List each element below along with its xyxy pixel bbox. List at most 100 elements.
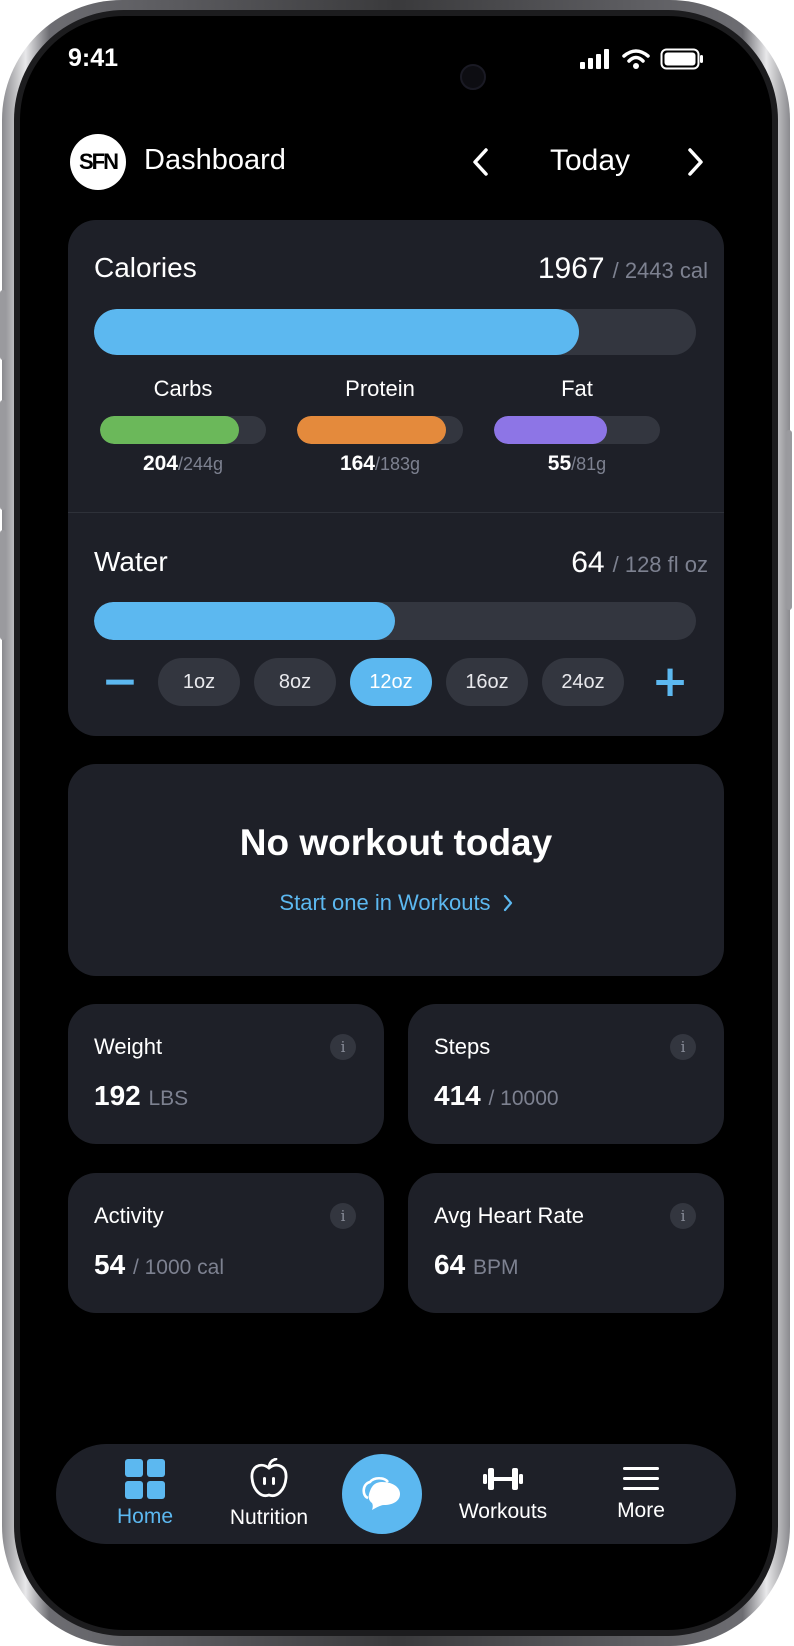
chat-button[interactable]: [342, 1454, 422, 1534]
battery-icon: [660, 48, 703, 70]
stat-number: 414: [434, 1080, 481, 1111]
dumbbell-icon: [483, 1468, 523, 1490]
tab-nutrition-label: Nutrition: [229, 1506, 309, 1529]
info-icon[interactable]: i: [330, 1034, 356, 1060]
tab-nutrition[interactable]: Nutrition: [204, 1444, 334, 1544]
water-amount-chip[interactable]: 8oz: [254, 658, 336, 706]
minus-icon: −: [101, 655, 139, 707]
info-icon[interactable]: i: [330, 1203, 356, 1229]
divider: [68, 512, 724, 513]
macro-amount: 55: [547, 452, 572, 475]
stat-title: Steps: [434, 1034, 491, 1059]
stat-unit: / 1000 cal: [132, 1256, 225, 1279]
tab-home[interactable]: Home: [90, 1444, 200, 1544]
tab-bar: Home Nutrition Workouts More: [56, 1444, 736, 1544]
water-amount-chip[interactable]: 24oz: [542, 658, 624, 706]
water-title: Water: [94, 546, 168, 577]
start-workout-label: Start one in Workouts: [279, 890, 491, 915]
decrease-water-button[interactable]: −: [100, 655, 140, 707]
info-icon[interactable]: i: [670, 1034, 696, 1060]
water-amount-chip[interactable]: 16oz: [446, 658, 528, 706]
macro-progress-fill: [494, 416, 607, 444]
side-button: [0, 400, 6, 510]
water-amount-chip[interactable]: 1oz: [158, 658, 240, 706]
workout-title: No workout today: [239, 822, 553, 863]
chevron-right-icon: [688, 148, 703, 176]
workout-card: [68, 764, 724, 976]
macro-value: 204/244g: [100, 452, 266, 476]
macro-value: 164/183g: [297, 452, 463, 476]
tab-workouts[interactable]: Workouts: [448, 1444, 558, 1544]
calories-progress-bar: [94, 309, 696, 355]
date-label: Today: [549, 144, 631, 177]
macro-goal: /81g: [571, 454, 607, 474]
tab-more-label: More: [617, 1499, 665, 1522]
tab-workouts-label: Workouts: [458, 1500, 548, 1523]
stat-value: 64 BPM: [434, 1249, 518, 1281]
macro-name: Carbs: [153, 376, 213, 401]
screen: 9:41 SFN Dashboard Today Calories 1967 /…: [20, 16, 772, 1630]
macro-name: Protein: [345, 376, 415, 401]
macro-amount: 164: [339, 452, 375, 475]
stat-card[interactable]: [68, 1004, 384, 1144]
phone-frame: 9:41 SFN Dashboard Today Calories 1967 /…: [0, 0, 792, 1646]
calories-goal: / 2443 cal: [612, 258, 708, 283]
status-time: 9:41: [68, 44, 119, 72]
start-workout-link[interactable]: Start one in Workouts: [68, 890, 724, 916]
signal-icon: [580, 49, 609, 69]
chevron-left-icon: [473, 148, 488, 176]
stat-unit: / 10000: [488, 1087, 559, 1110]
macro-goal: /183g: [375, 454, 421, 474]
water-consumed: 64: [571, 546, 605, 579]
stat-card[interactable]: [408, 1173, 724, 1313]
stat-unit: LBS: [148, 1087, 189, 1110]
stat-value: 54 / 1000 cal: [94, 1249, 224, 1281]
side-button: [0, 530, 6, 640]
water-summary: 64 / 128 fl oz: [571, 546, 708, 580]
calories-title: Calories: [94, 252, 197, 283]
grid-icon: [125, 1459, 165, 1499]
stat-card[interactable]: [408, 1004, 724, 1144]
status-icons: [580, 48, 704, 70]
stat-title: Activity: [94, 1203, 164, 1228]
calories-summary: 1967 / 2443 cal: [538, 252, 708, 286]
stat-number: 64: [434, 1249, 466, 1280]
app-logo: SFN: [70, 134, 126, 190]
stat-title: Weight: [94, 1034, 163, 1059]
water-goal: / 128 fl oz: [612, 552, 708, 577]
macro-progress-fill: [297, 416, 446, 444]
tab-home-label: Home: [116, 1505, 174, 1528]
macro-progress-fill: [100, 416, 239, 444]
macro-progress-bar: [494, 416, 660, 444]
macro-name: Fat: [561, 376, 593, 401]
macro-amount: 204: [142, 452, 178, 475]
side-button: [786, 430, 792, 610]
menu-icon: [623, 1467, 659, 1490]
stat-value: 192 LBS: [94, 1080, 188, 1112]
stat-value: 414 / 10000: [434, 1080, 559, 1112]
next-day-button[interactable]: [676, 140, 716, 184]
chevron-right-icon: [503, 894, 512, 912]
macro-progress-bar: [297, 416, 463, 444]
plus-icon: +: [651, 655, 689, 707]
info-icon[interactable]: i: [670, 1203, 696, 1229]
stat-unit: BPM: [472, 1256, 519, 1279]
calories-progress-fill: [94, 309, 579, 355]
water-progress-bar: [94, 602, 696, 640]
macro-value: 55/81g: [494, 452, 660, 476]
wifi-icon: [622, 49, 650, 69]
macro-progress-bar: [100, 416, 266, 444]
increase-water-button[interactable]: +: [650, 655, 690, 707]
chat-bubbles-icon: [362, 1476, 400, 1510]
tab-more[interactable]: More: [586, 1444, 696, 1544]
apple-icon: [250, 1458, 288, 1498]
page-title: Dashboard: [144, 144, 286, 176]
previous-day-button[interactable]: [460, 140, 500, 184]
side-button: [0, 290, 6, 360]
water-progress-fill: [94, 602, 395, 640]
calories-consumed: 1967: [537, 252, 605, 285]
camera: [460, 64, 486, 90]
stat-number: 54: [94, 1249, 126, 1280]
water-amount-chip[interactable]: 12oz: [350, 658, 432, 706]
stat-card[interactable]: [68, 1173, 384, 1313]
